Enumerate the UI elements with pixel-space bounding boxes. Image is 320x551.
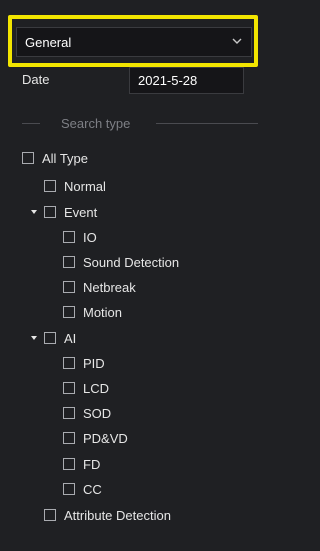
attribute-detection-label: Attribute Detection [64, 507, 171, 523]
sound-detection-label: Sound Detection [83, 254, 180, 270]
general-select[interactable]: General [16, 27, 252, 57]
cc-checkbox[interactable] [63, 483, 75, 495]
motion-checkbox[interactable] [63, 306, 75, 318]
sod-checkbox[interactable] [63, 407, 75, 419]
lcd-label: LCD [83, 380, 110, 396]
netbreak-checkbox[interactable] [63, 281, 75, 293]
date-input[interactable]: 2021-5-28 [129, 67, 244, 94]
sound-detection-checkbox[interactable] [63, 256, 75, 268]
io-label: IO [83, 229, 97, 245]
tree-item-pdvd[interactable]: PD&VD [63, 430, 128, 446]
tree-item-ai[interactable]: AI [44, 330, 76, 346]
tree-item-lcd[interactable]: LCD [63, 380, 109, 396]
ai-label: AI [64, 330, 77, 346]
date-value: 2021-5-28 [138, 73, 198, 88]
event-checkbox[interactable] [44, 206, 56, 218]
ai-checkbox[interactable] [44, 332, 56, 344]
tree-item-sod[interactable]: SOD [63, 405, 111, 421]
tree-item-io[interactable]: IO [63, 229, 97, 245]
ai-expand-caret-icon[interactable] [31, 336, 37, 340]
search-type-title: Search type [61, 116, 131, 131]
event-label: Event [64, 204, 98, 220]
chevron-down-icon [232, 38, 242, 44]
all-type-label: All Type [42, 150, 89, 166]
all-type-checkbox[interactable] [22, 152, 34, 164]
fd-checkbox[interactable] [63, 458, 75, 470]
cc-label: CC [83, 481, 102, 497]
pid-checkbox[interactable] [63, 357, 75, 369]
divider-left [22, 123, 40, 124]
motion-label: Motion [83, 304, 123, 320]
normal-checkbox[interactable] [44, 180, 56, 192]
netbreak-label: Netbreak [83, 279, 136, 295]
attribute-detection-checkbox[interactable] [44, 509, 56, 521]
tree-item-motion[interactable]: Motion [63, 304, 122, 320]
pid-label: PID [83, 355, 105, 371]
tree-item-event[interactable]: Event [44, 204, 97, 220]
date-label: Date [22, 72, 50, 87]
tree-item-normal[interactable]: Normal [44, 178, 106, 194]
tree-item-pid[interactable]: PID [63, 355, 105, 371]
tree-item-fd[interactable]: FD [63, 456, 100, 472]
io-checkbox[interactable] [63, 231, 75, 243]
tree-item-attribute-detection[interactable]: Attribute Detection [44, 507, 171, 523]
tree-item-netbreak[interactable]: Netbreak [63, 279, 136, 295]
normal-label: Normal [64, 178, 106, 194]
tree-item-sound-detection[interactable]: Sound Detection [63, 254, 179, 270]
divider-right [156, 123, 258, 124]
search-panel: General Date 2021-5-28 Search type All T… [0, 0, 265, 551]
tree-item-cc[interactable]: CC [63, 481, 102, 497]
pdvd-checkbox[interactable] [63, 432, 75, 444]
pdvd-label: PD&VD [83, 430, 128, 446]
fd-label: FD [83, 456, 101, 472]
tree-item-all-type[interactable]: All Type [22, 150, 88, 166]
event-expand-caret-icon[interactable] [31, 210, 37, 214]
general-select-value: General [25, 34, 72, 50]
sod-label: SOD [83, 405, 112, 421]
lcd-checkbox[interactable] [63, 382, 75, 394]
